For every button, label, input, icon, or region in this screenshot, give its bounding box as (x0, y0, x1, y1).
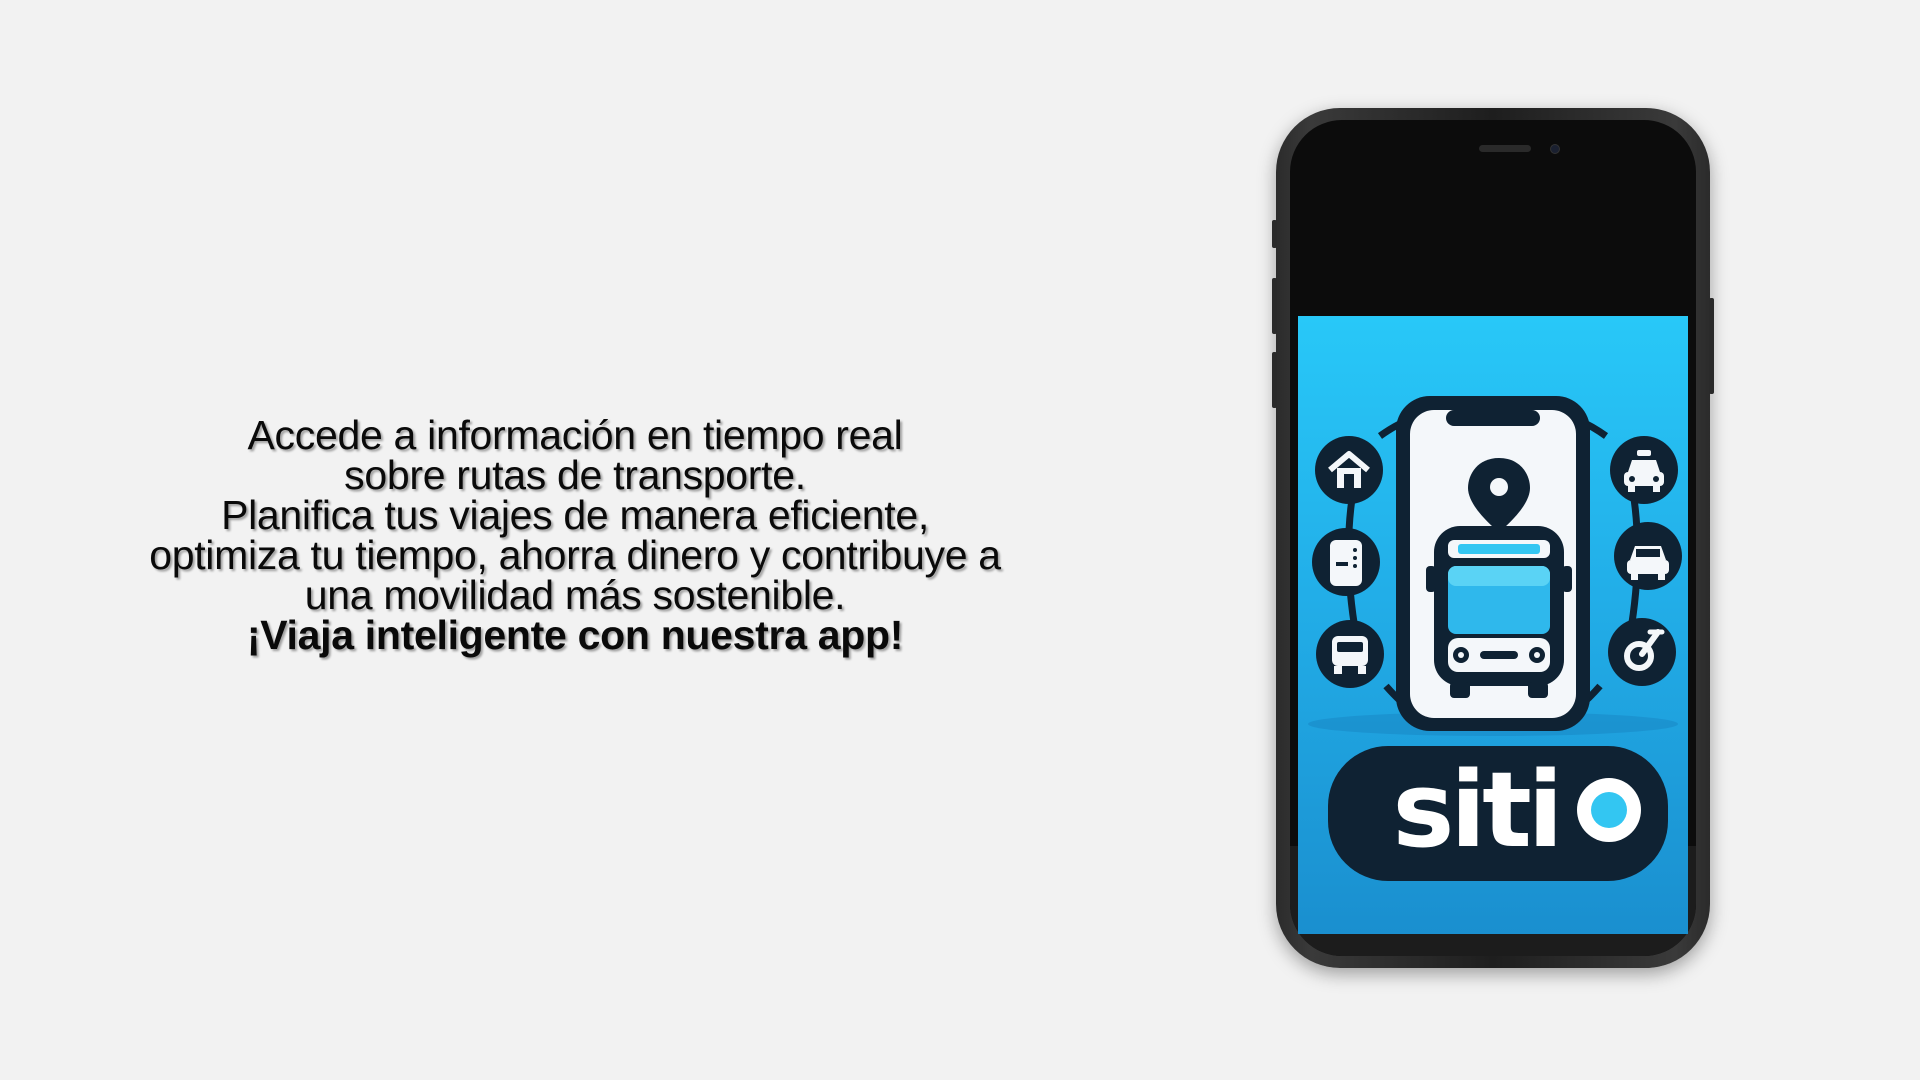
phone-mockup: siti (1272, 108, 1714, 968)
car-icon (1614, 522, 1682, 590)
promo-text: Accede a información en tiempo real sobr… (90, 412, 1060, 658)
train-icon (1316, 620, 1384, 688)
house-icon (1315, 436, 1383, 504)
phone-volume-down (1272, 352, 1277, 408)
promo-line-1: Accede a información en tiempo real (247, 412, 903, 458)
app-splash-screen: siti (1298, 316, 1688, 934)
ticket-icon (1312, 528, 1380, 596)
bicycle-icon (1608, 618, 1676, 686)
phone-volume-up (1272, 278, 1277, 334)
phone-power-button (1709, 298, 1714, 394)
app-wordmark: siti (1393, 749, 1560, 871)
promo-line-4: optimiza tu tiempo, ahorra dinero y cont… (149, 532, 1001, 578)
phone-camera (1550, 144, 1560, 154)
app-logo: siti (1308, 396, 1682, 881)
promo-call-to-action: ¡Viaja inteligente con nuestra app! (246, 612, 904, 658)
phone-speaker (1479, 145, 1531, 152)
slide: Accede a información en tiempo real sobr… (0, 0, 1920, 1080)
promo-line-2: sobre rutas de transporte. (344, 452, 806, 498)
phone-mute-switch (1272, 220, 1277, 248)
wordmark-o-dot (1591, 792, 1627, 828)
promo-line-3: Planifica tus viajes de manera eficiente… (221, 492, 929, 538)
taxi-icon (1610, 436, 1678, 504)
promo-line-5: una movilidad más sostenible. (304, 572, 846, 618)
bus-icon (1426, 526, 1572, 698)
